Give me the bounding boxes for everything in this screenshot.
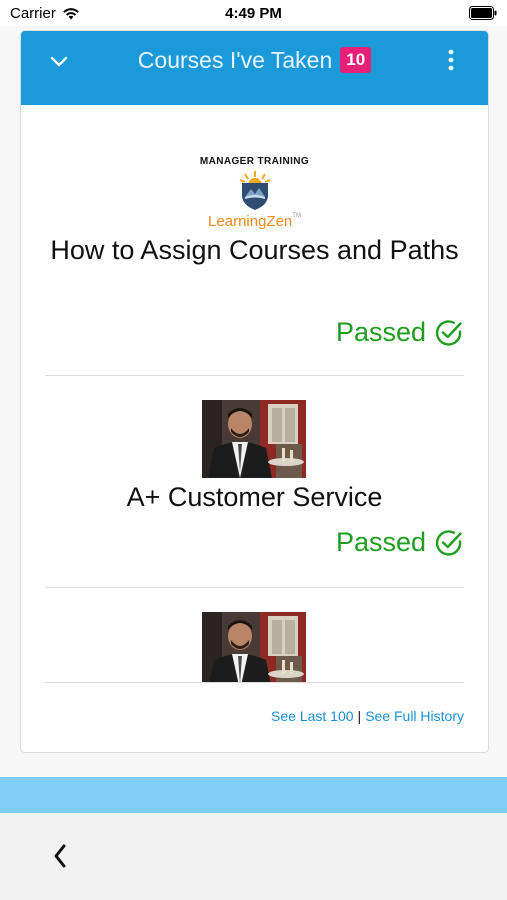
course-title: How to Assign Courses and Paths <box>50 235 459 265</box>
card-header: Courses I've Taken 10 <box>21 31 488 105</box>
course-logo: MANAGER TRAINING LearningZenTM <box>45 156 464 230</box>
course-list: MANAGER TRAINING LearningZenTM How to As… <box>21 105 488 683</box>
see-last-100-link[interactable]: See Last 100 <box>271 708 354 724</box>
count-badge: 10 <box>340 47 372 73</box>
bottom-nav-bar <box>0 813 507 900</box>
status-label: Passed <box>335 317 426 347</box>
check-circle-icon <box>435 319 462 346</box>
status-label: Passed <box>335 527 426 557</box>
status-bar: Carrier 4:49 PM <box>0 0 507 26</box>
waiter-photo <box>202 400 306 478</box>
course-status: Passed <box>336 527 464 558</box>
page-title: Courses I've Taken <box>137 46 333 73</box>
clock: 4:49 PM <box>225 5 282 22</box>
course-item[interactable]: A+ Customer Service Passed <box>45 376 464 588</box>
more-vertical-icon[interactable] <box>448 49 454 71</box>
check-circle-icon <box>435 529 462 556</box>
course-title: A+ Customer Service <box>126 482 383 512</box>
course-thumbnail <box>202 400 306 478</box>
course-status: Passed <box>336 317 464 348</box>
logo-caption: MANAGER TRAINING <box>199 156 310 167</box>
course-item[interactable] <box>45 588 464 683</box>
link-separator: | <box>357 708 362 724</box>
battery-icon <box>469 6 497 20</box>
see-full-history-link[interactable]: See Full History <box>365 708 464 724</box>
header-title-group: Courses I've Taken 10 <box>21 31 488 89</box>
chevron-left-icon[interactable] <box>52 843 68 869</box>
bottom-accent-strip <box>0 777 507 813</box>
course-thumbnail <box>202 612 306 682</box>
waiter-photo <box>202 612 306 682</box>
shield-logo-icon <box>239 171 270 210</box>
course-item[interactable]: MANAGER TRAINING LearningZenTM How to As… <box>45 105 464 376</box>
courses-card: Courses I've Taken 10 MANAGER TRAINING L… <box>20 30 489 753</box>
logo-brand: LearningZenTM <box>208 213 301 230</box>
history-links: See Last 100 | See Full History <box>271 708 464 724</box>
